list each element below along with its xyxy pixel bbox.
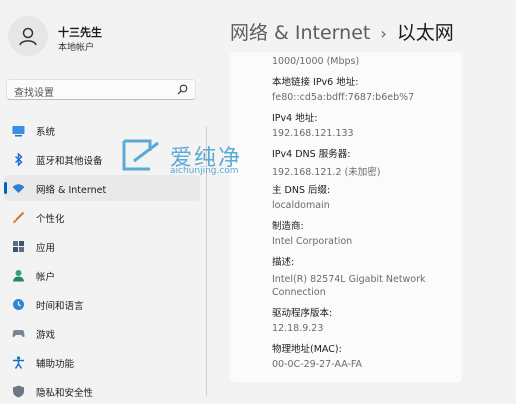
dns-suffix-value: localdomain [272, 200, 330, 211]
apps-icon [13, 241, 24, 252]
sidebar-item-network[interactable]: 网络 & Internet [4, 175, 200, 201]
ipv4-label: IPv4 地址: [272, 113, 318, 124]
manufacturer-label: 制造商: [272, 221, 304, 232]
dns-suffix-label: 主 DNS 后缀: [272, 185, 331, 196]
person-icon [19, 27, 37, 46]
ethernet-properties-panel: 1000/1000 (Mbps) 本地链接 IPv6 地址: fe80::cd5… [230, 52, 462, 382]
dns-server-label: IPv4 DNS 服务器: [272, 149, 351, 160]
breadcrumb-separator: › [380, 24, 387, 43]
sidebar-item-accounts[interactable]: 帐户 [4, 262, 200, 288]
sidebar: 十三先生 本地帐户 查找设置 系统 蓝牙和其他设备 网络 & Internet [0, 0, 212, 399]
mac-address-value: 00-0C-29-27-AA-FA [272, 359, 363, 370]
sidebar-item-accessibility[interactable]: 辅助功能 [4, 349, 200, 375]
sidebar-item-label: 隐私和安全性 [36, 388, 94, 399]
dns-server-value: 192.168.121.2 (未加密) [272, 167, 381, 178]
sidebar-item-label: 辅助功能 [36, 359, 75, 370]
description-label: 描述: [272, 257, 295, 268]
sidebar-item-label: 应用 [36, 243, 56, 254]
watermark-url: aichunjing.com [170, 166, 239, 176]
accessibility-icon [13, 356, 24, 369]
globe-clock-icon [13, 299, 24, 310]
sidebar-item-privacy[interactable]: 隐私和安全性 [4, 378, 200, 404]
sidebar-item-label: 个性化 [36, 214, 65, 225]
sidebar-item-label: 系统 [36, 127, 56, 138]
driver-version-label: 驱动程序版本: [272, 308, 333, 319]
page-title: 以太网 [396, 22, 454, 44]
manufacturer-value: Intel Corporation [272, 236, 353, 247]
gamepad-icon [12, 330, 25, 338]
search-placeholder: 查找设置 [14, 88, 54, 99]
bluetooth-icon [14, 153, 23, 166]
breadcrumb: 网络 & Internet › 以太网 [230, 18, 454, 45]
sidebar-item-gaming[interactable]: 游戏 [4, 320, 200, 346]
account-type: 本地帐户 [58, 43, 95, 53]
description-value: Intel(R) 82574L Gigabit Network Connecti… [272, 274, 426, 298]
sidebar-item-label: 蓝牙和其他设备 [36, 156, 103, 167]
sidebar-item-time-language[interactable]: 时间和语言 [4, 291, 200, 317]
search-input[interactable]: 查找设置 [6, 79, 196, 100]
breadcrumb-parent[interactable]: 网络 & Internet [230, 22, 370, 44]
sidebar-item-personalization[interactable]: 个性化 [4, 204, 200, 230]
user-name: 十三先生 [58, 26, 102, 39]
sidebar-item-label: 游戏 [36, 330, 56, 341]
sidebar-item-apps[interactable]: 应用 [4, 233, 200, 259]
shield-icon [13, 385, 24, 398]
brush-icon [13, 211, 25, 224]
watermark-logo [122, 139, 159, 171]
mac-address-label: 物理地址(MAC): [272, 344, 342, 355]
sidebar-item-label: 帐户 [36, 272, 56, 283]
wifi-icon [12, 184, 25, 193]
ipv6-label: 本地链接 IPv6 地址: [272, 77, 359, 88]
sidebar-item-label: 网络 & Internet [36, 185, 107, 196]
monitor-icon [12, 126, 25, 137]
avatar[interactable] [8, 16, 48, 56]
driver-version-value: 12.18.9.23 [272, 323, 324, 334]
active-indicator [4, 182, 7, 194]
ipv4-value: 192.168.121.133 [272, 128, 354, 139]
account-icon [13, 270, 24, 282]
search-icon[interactable] [177, 84, 188, 95]
link-speed-value: 1000/1000 (Mbps) [272, 56, 360, 67]
sidebar-item-label: 时间和语言 [36, 301, 84, 312]
ipv6-value: fe80::cd5a:bdff:7687:b6eb%7 [272, 92, 415, 103]
